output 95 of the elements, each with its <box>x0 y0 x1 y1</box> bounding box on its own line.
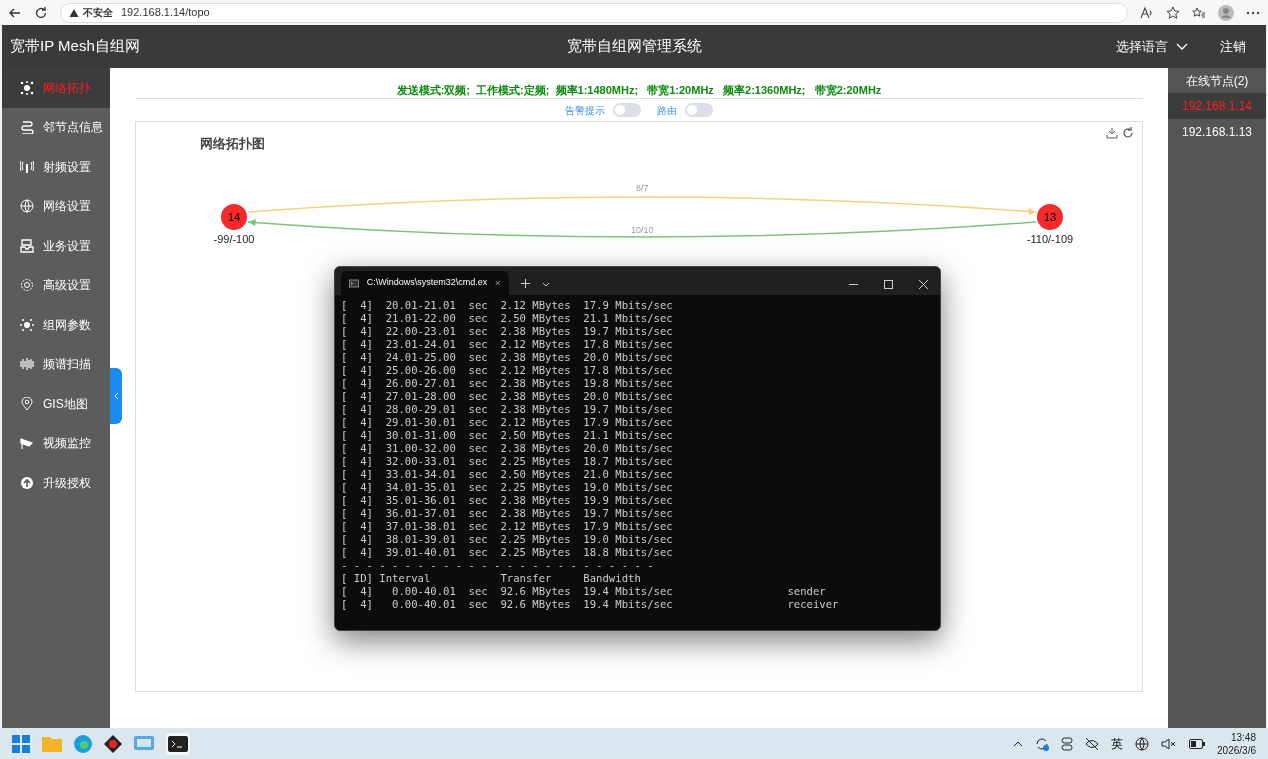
terminal-icon[interactable] <box>166 732 190 755</box>
node-signal: -99/-100 <box>212 232 256 247</box>
maximize-icon[interactable] <box>884 280 893 289</box>
more-icon[interactable] <box>1246 10 1260 15</box>
terminal-line: [ 4] 0.00-40.01 sec 92.6 MBytes 19.4 Mbits/sec sender <box>341 585 827 598</box>
terminal-line: [ 4] 25.00-26.00 sec 2.12 MBytes 17.8 Mbits/sec <box>341 364 674 377</box>
toggle-label: 路由 <box>657 103 677 118</box>
reload-icon[interactable] <box>34 5 48 20</box>
upload-icon <box>20 475 34 490</box>
terminal-line: [ 4] 33.01-34.01 sec 2.50 MBytes 21.0 Mbits/sec <box>341 468 674 481</box>
wave-icon <box>20 357 34 372</box>
terminal-line: [ 4] 22.00-23.01 sec 2.38 MBytes 19.7 Mbits/sec <box>341 325 674 338</box>
profile-icon[interactable] <box>1218 4 1234 21</box>
warning-icon <box>69 7 79 18</box>
logout-button[interactable]: 注销 <box>1220 36 1246 57</box>
start-icon[interactable] <box>12 734 30 753</box>
muted-speaker-icon[interactable] <box>1161 737 1178 750</box>
hidden-eye-icon[interactable] <box>1085 737 1100 750</box>
sync-icon[interactable] <box>1035 736 1050 751</box>
terminal-tab[interactable]: C:\Windows\system32\cmd.ex <box>341 271 509 295</box>
terminal-line: - - - - - - - - - - - - - - - - - - - - - - - - - <box>341 559 655 572</box>
read-aloud-icon[interactable] <box>1140 5 1154 20</box>
online-nodes-title: 在线节点(2) <box>1184 72 1250 90</box>
link-label: 8/7 <box>636 182 649 195</box>
terminal-line: [ ID] Interval Transfer Bandwidth <box>341 572 642 585</box>
terminal-line: [ 4] 30.01-31.00 sec 2.50 MBytes 21.1 Mbits/sec <box>341 429 674 442</box>
star-icon[interactable] <box>1166 5 1180 20</box>
terminal-line: [ 4] 21.01-22.00 sec 2.50 MBytes 21.1 Mbits/sec <box>341 312 674 325</box>
close-icon[interactable] <box>495 279 501 287</box>
link-icon[interactable] <box>1061 736 1074 751</box>
tab-title: C:\Windows\system32\cmd.ex <box>366 276 488 290</box>
terminal-line: [ 4] 31.00-32.00 sec 2.38 MBytes 20.0 Mbits/sec <box>341 442 674 455</box>
terminal-line: [ 4] 26.00-27.01 sec 2.38 MBytes 19.8 Mbits/sec <box>341 377 674 390</box>
tray-icon <box>20 238 34 253</box>
link-label: 10/10 <box>631 224 654 237</box>
terminal-line: [ 4] 39.01-40.01 sec 2.25 MBytes 18.8 Mbits/sec <box>341 546 674 559</box>
chevron-down-icon <box>1176 42 1188 51</box>
brand-title: 宽带IP Mesh自组网 <box>10 36 141 57</box>
address-bar[interactable]: 不安全 192.168.1.14/topo <box>60 2 1128 23</box>
close-icon[interactable] <box>919 280 928 289</box>
online-node-item[interactable]: 192.168.1.13 <box>1168 119 1266 145</box>
topology-icon <box>20 80 34 95</box>
terminal-line: [ 4] 35.01-36.01 sec 2.38 MBytes 19.9 Mbits/sec <box>341 494 674 507</box>
node-signal: -110/-109 <box>1025 232 1075 247</box>
mode-info: 发送模式:双频; 工作模式:定频; 频率1:1480MHz; 带宽1:20MHz 频率2:1360MHz; 带宽2:20MHz <box>135 82 1143 99</box>
terminal-icon <box>349 277 359 289</box>
refresh-icon[interactable] <box>1122 127 1134 139</box>
sidebar-item[interactable]: 邻节点信息 <box>2 107 110 147</box>
sidebar-item[interactable]: 网络设置 <box>2 186 110 226</box>
language-dropdown[interactable]: 选择语言 <box>1116 36 1188 57</box>
download-icon[interactable] <box>1106 127 1118 139</box>
terminal-line: [ 4] 28.00-29.01 sec 2.38 MBytes 19.7 Mbits/sec <box>341 403 674 416</box>
terminal-line: [ 4] 36.01-37.01 sec 2.38 MBytes 19.7 Mbits/sec <box>341 507 674 520</box>
route-icon <box>20 120 34 135</box>
plus-icon[interactable] <box>521 279 530 288</box>
sidebar-item[interactable]: GIS地图 <box>2 384 110 424</box>
sidebar-item[interactable]: 高级设置 <box>2 265 110 305</box>
terminal-line: [ 4] 23.01-24.01 sec 2.12 MBytes 17.8 Mbits/sec <box>341 338 674 351</box>
clock[interactable]: 13:48 2026/3/6 <box>1217 730 1256 757</box>
app-title: 宽带自组网管理系统 <box>565 36 703 57</box>
collapse-handle[interactable] <box>110 368 122 424</box>
globe-icon[interactable] <box>1135 736 1150 751</box>
toggle-label: 告警提示 <box>565 103 605 118</box>
terminal-line: [ 4] 32.00-33.01 sec 2.25 MBytes 18.7 Mbits/sec <box>341 455 674 468</box>
sidebar-item[interactable]: 组网参数 <box>2 305 110 345</box>
terminal-line: [ 4] 34.01-35.01 sec 2.25 MBytes 19.0 Mbits/sec <box>341 481 674 494</box>
sidebar-item[interactable]: 升级授权 <box>2 463 110 503</box>
target-icon[interactable] <box>104 734 122 753</box>
sidebar-item[interactable]: 射频设置 <box>2 147 110 187</box>
terminal-line: [ 4] 24.01-25.00 sec 2.38 MBytes 20.0 Mbits/sec <box>341 351 674 364</box>
terminal-line: [ 4] 29.01-30.01 sec 2.12 MBytes 17.9 Mbits/sec <box>341 416 674 429</box>
sidebar-item[interactable]: 视频监控 <box>2 423 110 463</box>
sidebar-item[interactable]: 频谱扫描 <box>2 344 110 384</box>
toggle-switch[interactable] <box>613 103 641 117</box>
sun-icon <box>20 317 34 332</box>
terminal-line: [ 4] 20.01-21.01 sec 2.12 MBytes 17.9 Mbits/sec <box>341 299 674 312</box>
sidebar-item[interactable]: 业务设置 <box>2 226 110 266</box>
pin-icon <box>20 396 34 411</box>
battery-icon[interactable] <box>1189 738 1206 749</box>
terminal-line: [ 4] 0.00-40.01 sec 92.6 MBytes 19.4 Mbits/sec receiver <box>341 598 840 611</box>
chevron-left-icon <box>113 392 119 400</box>
favorites-icon[interactable] <box>1192 5 1206 20</box>
url-text: 192.168.1.14/topo <box>121 5 210 21</box>
chevron-up-icon[interactable] <box>1013 740 1024 747</box>
input-method-indicator[interactable]: 英 <box>1111 734 1124 753</box>
terminal-line: [ 4] 27.01-28.00 sec 2.38 MBytes 20.0 Mbits/sec <box>341 390 674 403</box>
chevron-down-icon[interactable] <box>542 282 550 287</box>
terminal-line: [ 4] 38.01-39.01 sec 2.25 MBytes 19.0 Mbits/sec <box>341 533 674 546</box>
security-label: 不安全 <box>83 6 113 20</box>
globe-icon <box>20 199 34 214</box>
antenna-icon <box>20 159 34 174</box>
panel-title: 网络拓扑图 <box>200 135 265 153</box>
toggle-switch[interactable] <box>685 103 713 117</box>
gear-icon <box>20 278 34 293</box>
terminal-line: [ 4] 37.01-38.01 sec 2.12 MBytes 17.9 Mbits/sec <box>341 520 674 533</box>
